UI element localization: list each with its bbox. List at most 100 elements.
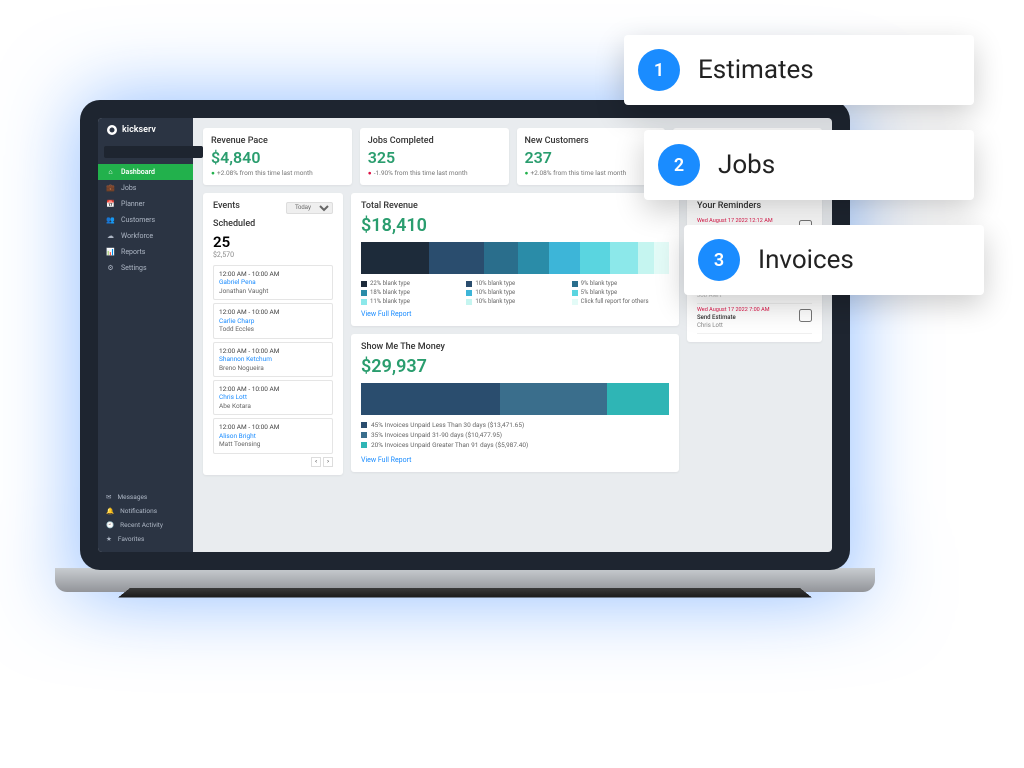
- sidebar-bottom-recent-activity[interactable]: 🕘Recent Activity: [98, 518, 193, 532]
- mail-icon: ✉: [106, 493, 111, 501]
- legend-item: 11% blank type: [361, 298, 458, 305]
- callout-label-1: Estimates: [698, 55, 814, 85]
- cloud-icon: ☁: [106, 232, 115, 240]
- legend-swatch: [466, 281, 472, 287]
- chart-segment: [429, 242, 484, 274]
- legend-item: 10% blank type: [466, 298, 563, 305]
- revenue-legend: 22% blank type10% blank type9% blank typ…: [361, 280, 669, 305]
- nav-label: Dashboard: [121, 168, 155, 176]
- money-full-report-link[interactable]: View Full Report: [361, 456, 411, 464]
- chart-segment: [607, 383, 669, 415]
- legend-item: 22% blank type: [361, 280, 458, 287]
- nav-label: Planner: [121, 200, 145, 208]
- nav-item-settings[interactable]: ⚙Settings: [98, 260, 193, 276]
- stat-label: Revenue Pace: [211, 136, 344, 146]
- money-breakdown: 45% Invoices Unpaid Less Than 30 days ($…: [361, 421, 669, 449]
- nav-label: Reports: [121, 248, 145, 256]
- breakdown-line: 35% Invoices Unpaid 31-90 days ($10,477.…: [361, 431, 669, 439]
- stat-delta: ● +2.08% from this time last month: [525, 169, 658, 177]
- chart-segment: [638, 242, 653, 274]
- callout-invoices: 3 Invoices: [684, 225, 984, 295]
- search-input[interactable]: [104, 146, 203, 158]
- nav-item-jobs[interactable]: 💼Jobs: [98, 180, 193, 196]
- brand-logo[interactable]: kickserv: [98, 118, 193, 142]
- nav-label: Jobs: [121, 184, 136, 192]
- appointment-item[interactable]: 12:00 AM - 10:00 AMGabriel PenaJonathan …: [213, 265, 333, 300]
- legend-swatch: [466, 299, 472, 305]
- legend-item: Click full report for others: [572, 298, 669, 305]
- stat-card: New Customers 237 ● +2.08% from this tim…: [517, 128, 666, 185]
- reminders-title: Your Reminders: [697, 201, 812, 211]
- gear-icon: ⚙: [106, 264, 115, 272]
- appointment-item[interactable]: 12:00 AM - 10:00 AMCarlie CharpTodd Eccl…: [213, 303, 333, 338]
- callout-label-3: Invoices: [758, 245, 854, 275]
- stat-value: $4,840: [211, 148, 344, 167]
- nav-item-workforce[interactable]: ☁ Workforce: [98, 228, 193, 244]
- callout-jobs: 2 Jobs: [644, 130, 974, 200]
- sidebar-bottom-notifications[interactable]: 🔔Notifications: [98, 504, 193, 518]
- breakdown-line: 20% Invoices Unpaid Greater Than 91 days…: [361, 441, 669, 449]
- money-value: $29,937: [361, 356, 669, 377]
- breakdown-line: 45% Invoices Unpaid Less Than 30 days ($…: [361, 421, 669, 429]
- stat-card: Jobs Completed 325 ● -1.90% from this ti…: [360, 128, 509, 185]
- home-icon: ⌂: [106, 168, 115, 176]
- sidebar-search[interactable]: 🔍: [104, 146, 187, 158]
- legend-swatch: [466, 290, 472, 296]
- breakdown-swatch: [361, 432, 367, 438]
- stat-value: 237: [525, 148, 658, 167]
- scheduled-total: $2,570: [213, 251, 333, 259]
- revenue-value: $18,410: [361, 215, 669, 236]
- nav-item-planner[interactable]: 📅Planner: [98, 196, 193, 212]
- legend-swatch: [361, 281, 367, 287]
- legend-item: 10% blank type: [466, 289, 563, 296]
- sidebar: kickserv 🔍 ⌂ Dashboard 💼Jobs📅Planner 👥 Custo…: [98, 118, 193, 552]
- total-revenue-card: Total Revenue $18,410 22% blank type 10% …: [351, 193, 679, 326]
- scheduled-count: 25: [213, 233, 333, 251]
- sidebar-bottom-favorites[interactable]: ★Favorites: [98, 532, 193, 546]
- appointment-item[interactable]: 12:00 AM - 10:00 AMChris LottAbe Kotara: [213, 380, 333, 415]
- chart-segment: [549, 242, 580, 274]
- legend-item: 18% blank type: [361, 289, 458, 296]
- brand-icon: [106, 124, 118, 136]
- events-range-select[interactable]: Today: [286, 202, 333, 214]
- legend-item: 10% blank type: [466, 280, 563, 287]
- clock-icon: 🕘: [106, 521, 114, 529]
- events-pager[interactable]: ‹›: [213, 457, 333, 467]
- chart-segment: [484, 242, 518, 274]
- revenue-chart: [361, 242, 669, 274]
- bell-icon: 🔔: [106, 507, 114, 515]
- legend-swatch: [572, 299, 578, 305]
- nav-label: Workforce: [121, 232, 153, 240]
- revenue-title: Total Revenue: [361, 201, 669, 211]
- chart-segment: [580, 242, 611, 274]
- center-column: Total Revenue $18,410 22% blank type 10% …: [351, 193, 679, 542]
- chart-segment: [361, 383, 500, 415]
- users-icon: 👥: [106, 216, 115, 224]
- chart-segment: [610, 242, 638, 274]
- callout-label-2: Jobs: [718, 150, 775, 180]
- stat-label: New Customers: [525, 136, 658, 146]
- nav-label: Customers: [121, 216, 155, 224]
- legend-swatch: [572, 290, 578, 296]
- money-card: Show Me The Money $29,937 45% Invoices U…: [351, 334, 679, 472]
- money-title: Show Me The Money: [361, 342, 669, 352]
- revenue-full-report-link[interactable]: View Full Report: [361, 310, 411, 318]
- reminder-item[interactable]: Wed August 17 2022 7:00 AMSend EstimateC…: [697, 304, 812, 334]
- legend-swatch: [361, 290, 367, 296]
- nav-item-customers[interactable]: 👥 Customers: [98, 212, 193, 228]
- appointment-item[interactable]: 12:00 AM - 10:00 AMShannon KetchumBreno …: [213, 342, 333, 377]
- nav-item-reports[interactable]: 📊Reports: [98, 244, 193, 260]
- nav-item-dashboard[interactable]: ⌂ Dashboard: [98, 164, 193, 180]
- callout-badge-1: 1: [638, 49, 680, 91]
- appointment-item[interactable]: 12:00 AM - 10:00 AMAlison BrightMatt Toe…: [213, 418, 333, 453]
- chart-segment: [500, 383, 608, 415]
- events-title: Events: [213, 201, 240, 211]
- stat-delta: ● +2.08% from this time last month: [211, 169, 344, 177]
- reminder-checkbox[interactable]: [799, 309, 812, 322]
- legend-swatch: [361, 299, 367, 305]
- chart-segment: [518, 242, 549, 274]
- chart-segment: [654, 242, 669, 274]
- sidebar-bottom-messages[interactable]: ✉Messages: [98, 490, 193, 504]
- laptop-keyboard: [118, 588, 812, 598]
- stat-card: Revenue Pace $4,840 ● +2.08% from this t…: [203, 128, 352, 185]
